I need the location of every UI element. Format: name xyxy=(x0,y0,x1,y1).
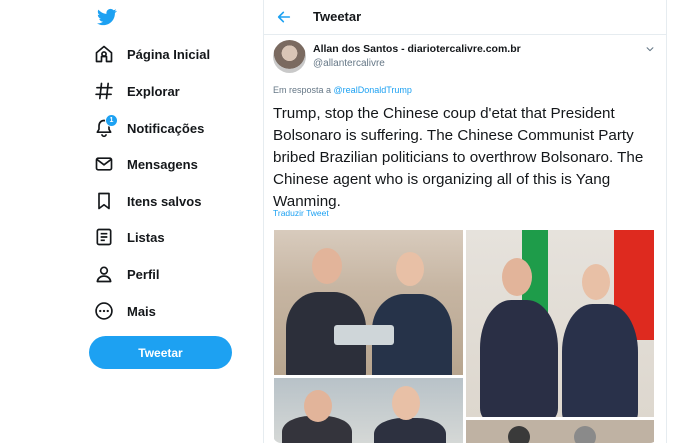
tweet-text: Trump, stop the Chinese coup d'etat that… xyxy=(273,105,644,210)
envelope-icon xyxy=(92,152,116,176)
author-name[interactable]: Allan dos Santos - diariotercalivre.com.… xyxy=(313,43,521,55)
bell-icon: 1 xyxy=(92,114,118,140)
photo-4[interactable] xyxy=(466,420,654,443)
reply-to-link[interactable]: @realDonaldTrump xyxy=(334,85,412,95)
tweet-button[interactable]: Tweetar xyxy=(89,336,232,369)
sidebar-item-label: Itens salvos xyxy=(127,193,202,209)
reply-prefix: Em resposta a xyxy=(273,85,332,95)
sidebar-item-profile[interactable]: Perfil xyxy=(92,258,160,290)
photo-3[interactable] xyxy=(274,378,463,443)
photo-2[interactable] xyxy=(466,230,654,417)
sidebar: Página Inicial Explorar 1 Notificações M… xyxy=(0,0,262,443)
reply-context: Em resposta a @realDonaldTrump xyxy=(273,85,412,95)
person-icon xyxy=(92,262,116,286)
sidebar-item-more[interactable]: Mais xyxy=(92,295,156,327)
bookmark-icon xyxy=(92,189,116,213)
tweet-media[interactable] xyxy=(273,226,658,443)
sidebar-item-label: Mensagens xyxy=(127,156,198,172)
sidebar-item-label: Perfil xyxy=(127,266,160,282)
page-title: Tweetar xyxy=(313,9,362,24)
sidebar-item-explore[interactable]: Explorar xyxy=(92,75,180,107)
translate-link[interactable]: Traduzir Tweet xyxy=(273,208,329,218)
sidebar-item-label: Mais xyxy=(127,303,156,319)
bird-icon[interactable] xyxy=(96,7,118,27)
sidebar-item-notifications[interactable]: 1 Notificações xyxy=(92,112,204,144)
main-column: Tweetar Allan dos Santos - diariotercali… xyxy=(263,0,667,443)
sidebar-item-lists[interactable]: Listas xyxy=(92,221,165,253)
sidebar-item-label: Explorar xyxy=(127,83,180,99)
avatar[interactable] xyxy=(273,40,306,73)
photo-1[interactable] xyxy=(274,230,463,375)
sidebar-item-label: Listas xyxy=(127,229,165,245)
back-arrow-icon[interactable] xyxy=(276,9,292,25)
author-handle[interactable]: @allantercalivre xyxy=(313,58,385,69)
chevron-down-icon[interactable] xyxy=(645,44,655,54)
hashtag-icon xyxy=(92,79,116,103)
sidebar-item-label: Notificações xyxy=(127,120,205,136)
page-header: Tweetar xyxy=(264,0,666,35)
list-icon xyxy=(92,225,116,249)
more-circle-icon xyxy=(92,299,116,323)
home-icon xyxy=(92,42,116,66)
sidebar-item-bookmarks[interactable]: Itens salvos xyxy=(92,185,201,217)
sidebar-item-label: Página Inicial xyxy=(127,46,211,62)
notification-badge: 1 xyxy=(105,114,118,127)
sidebar-item-messages[interactable]: Mensagens xyxy=(92,148,198,180)
sidebar-item-home[interactable]: Página Inicial xyxy=(92,38,210,70)
